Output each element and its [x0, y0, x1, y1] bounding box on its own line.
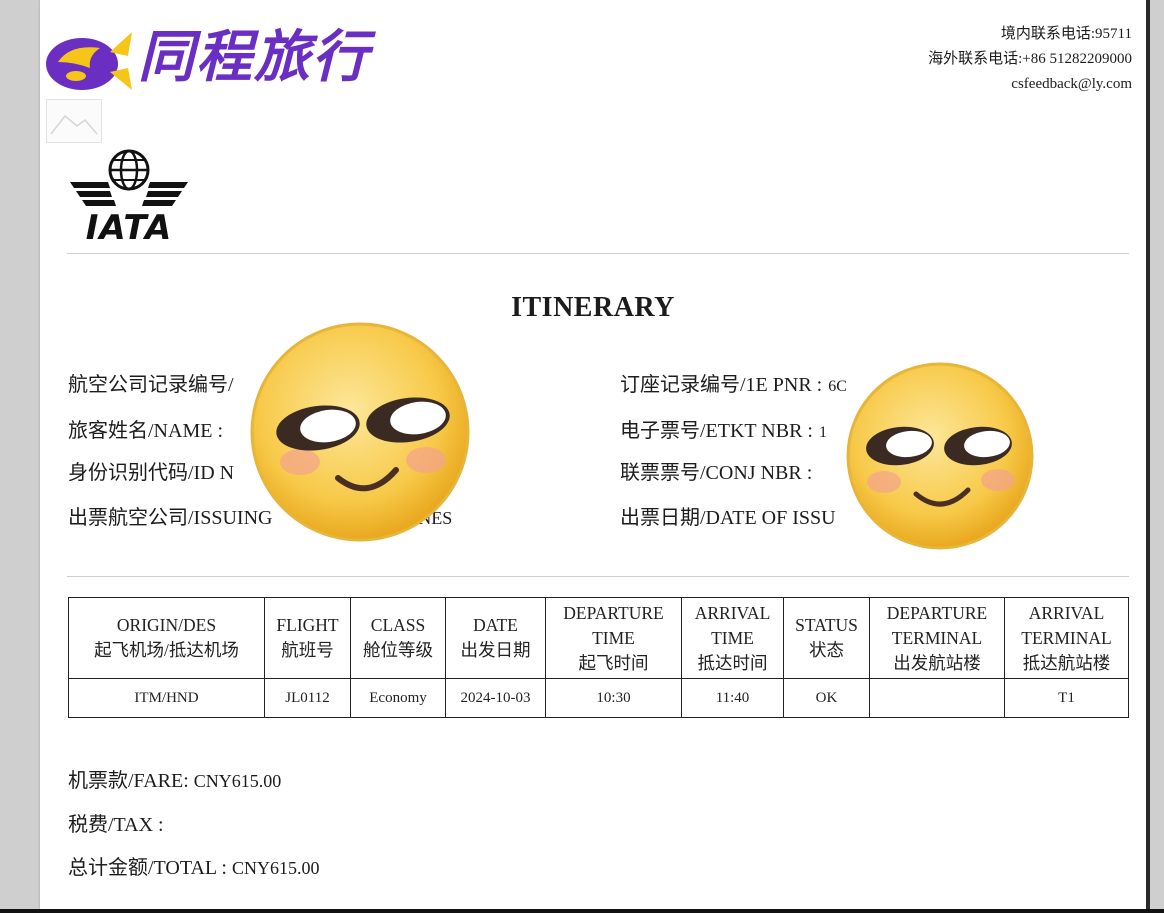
- passenger-name-field: 旅客姓名/NAME :: [68, 418, 223, 444]
- cell-arrival-time: 11:40: [681, 678, 784, 718]
- field-label: 旅客姓名/NAME :: [68, 420, 223, 442]
- scan-edge: [0, 909, 1164, 913]
- field-label: 联票票号/CONJ NBR :: [620, 462, 813, 484]
- cell-departure-time: 10:30: [545, 678, 682, 718]
- column-header: ARRIVAL TIME 抵达时间: [681, 597, 784, 679]
- column-header: ORIGIN/DES 起飞机场/抵达机场: [68, 597, 265, 679]
- field-value: 1: [818, 424, 827, 441]
- iata-logo: IATA: [68, 146, 190, 248]
- fare-line: 机票款/FARE: CNY615.00: [68, 764, 281, 793]
- tax-label: 税费/TAX :: [68, 814, 164, 836]
- tongcheng-logo: 同程旅行: [40, 22, 380, 98]
- field-label: 出票航空公司/ISSUING: [68, 507, 273, 529]
- table-row: ITM/HND JL0112 Economy 2024-10-03 10:30 …: [68, 678, 1129, 718]
- column-header: STATUS 状态: [783, 597, 870, 679]
- conj-number-field: 联票票号/CONJ NBR :: [620, 460, 812, 486]
- tax-line: 税费/TAX :: [68, 808, 164, 837]
- eticket-number-field: 电子票号/ETKT NBR : 1: [620, 418, 827, 446]
- field-label: 航空公司记录编号/: [68, 374, 234, 396]
- column-header: ARRIVAL TERMINAL 抵达航站楼: [1004, 597, 1129, 679]
- column-header: DATE 出发日期: [445, 597, 546, 679]
- cell-origin-destination: ITM/HND: [68, 678, 265, 718]
- brand-name: 同程旅行: [138, 25, 370, 90]
- cell-departure-terminal: [869, 678, 1005, 718]
- cell-date: 2024-10-03: [445, 678, 546, 718]
- flight-table: ORIGIN/DES 起飞机场/抵达机场 FLIGHT 航班号 CLASS 舱位等级 …: [68, 597, 1129, 718]
- itinerary-document: 同程旅行 境内联系电话:95711 海外联系电话:+86 51282209000…: [40, 0, 1146, 909]
- scan-edge: [1146, 0, 1150, 909]
- field-label: 电子票号/ETKT NBR :: [620, 420, 813, 442]
- fare-value: CNY615.00: [193, 771, 282, 791]
- blimp-logo-icon: [46, 32, 132, 90]
- contact-email: csfeedback@ly.com: [1011, 76, 1132, 92]
- cell-arrival-terminal: T1: [1004, 678, 1129, 718]
- field-label: 身份识别代码/ID N: [68, 462, 235, 484]
- overseas-phone: 海外联系电话:+86 51282209000: [928, 51, 1132, 67]
- field-label: 订座记录编号/1E PNR :: [620, 374, 823, 396]
- cell-class: Economy: [350, 678, 446, 718]
- cell-flight: JL0112: [264, 678, 351, 718]
- fare-label: 机票款/FARE:: [68, 770, 189, 792]
- page-title: ITINERARY: [511, 292, 675, 323]
- pnr-field: 订座记录编号/1E PNR :6C: [620, 372, 847, 400]
- column-header: DEPARTURE TERMINAL 出发航站楼: [869, 597, 1005, 679]
- column-header: DEPARTURE TIME 起飞时间: [545, 597, 682, 679]
- table-header-row: ORIGIN/DES 起飞机场/抵达机场 FLIGHT 航班号 CLASS 舱位等级 …: [68, 597, 1129, 679]
- total-value: CNY615.00: [231, 858, 320, 878]
- total-label: 总计金额/TOTAL :: [68, 857, 227, 879]
- contact-info: 境内联系电话:95711 海外联系电话:+86 51282209000 csfe…: [928, 22, 1132, 97]
- cell-status: OK: [783, 678, 870, 718]
- smiling-emoji-icon: [250, 322, 470, 542]
- column-header: CLASS 舱位等级: [350, 597, 446, 679]
- domestic-phone: 境内联系电话:95711: [1000, 26, 1132, 42]
- total-line: 总计金额/TOTAL : CNY615.00: [68, 851, 319, 880]
- id-number-field: 身份识别代码/ID N: [68, 460, 234, 486]
- issue-date-field: 出票日期/DATE OF ISSU: [620, 505, 836, 531]
- iata-text: IATA: [85, 208, 173, 248]
- divider: [67, 576, 1129, 577]
- smiling-emoji-icon: [846, 362, 1034, 550]
- broken-image-icon: [46, 99, 102, 143]
- field-label: 出票日期/DATE OF ISSU: [620, 507, 836, 529]
- column-header: FLIGHT 航班号: [264, 597, 351, 679]
- divider: [67, 253, 1129, 254]
